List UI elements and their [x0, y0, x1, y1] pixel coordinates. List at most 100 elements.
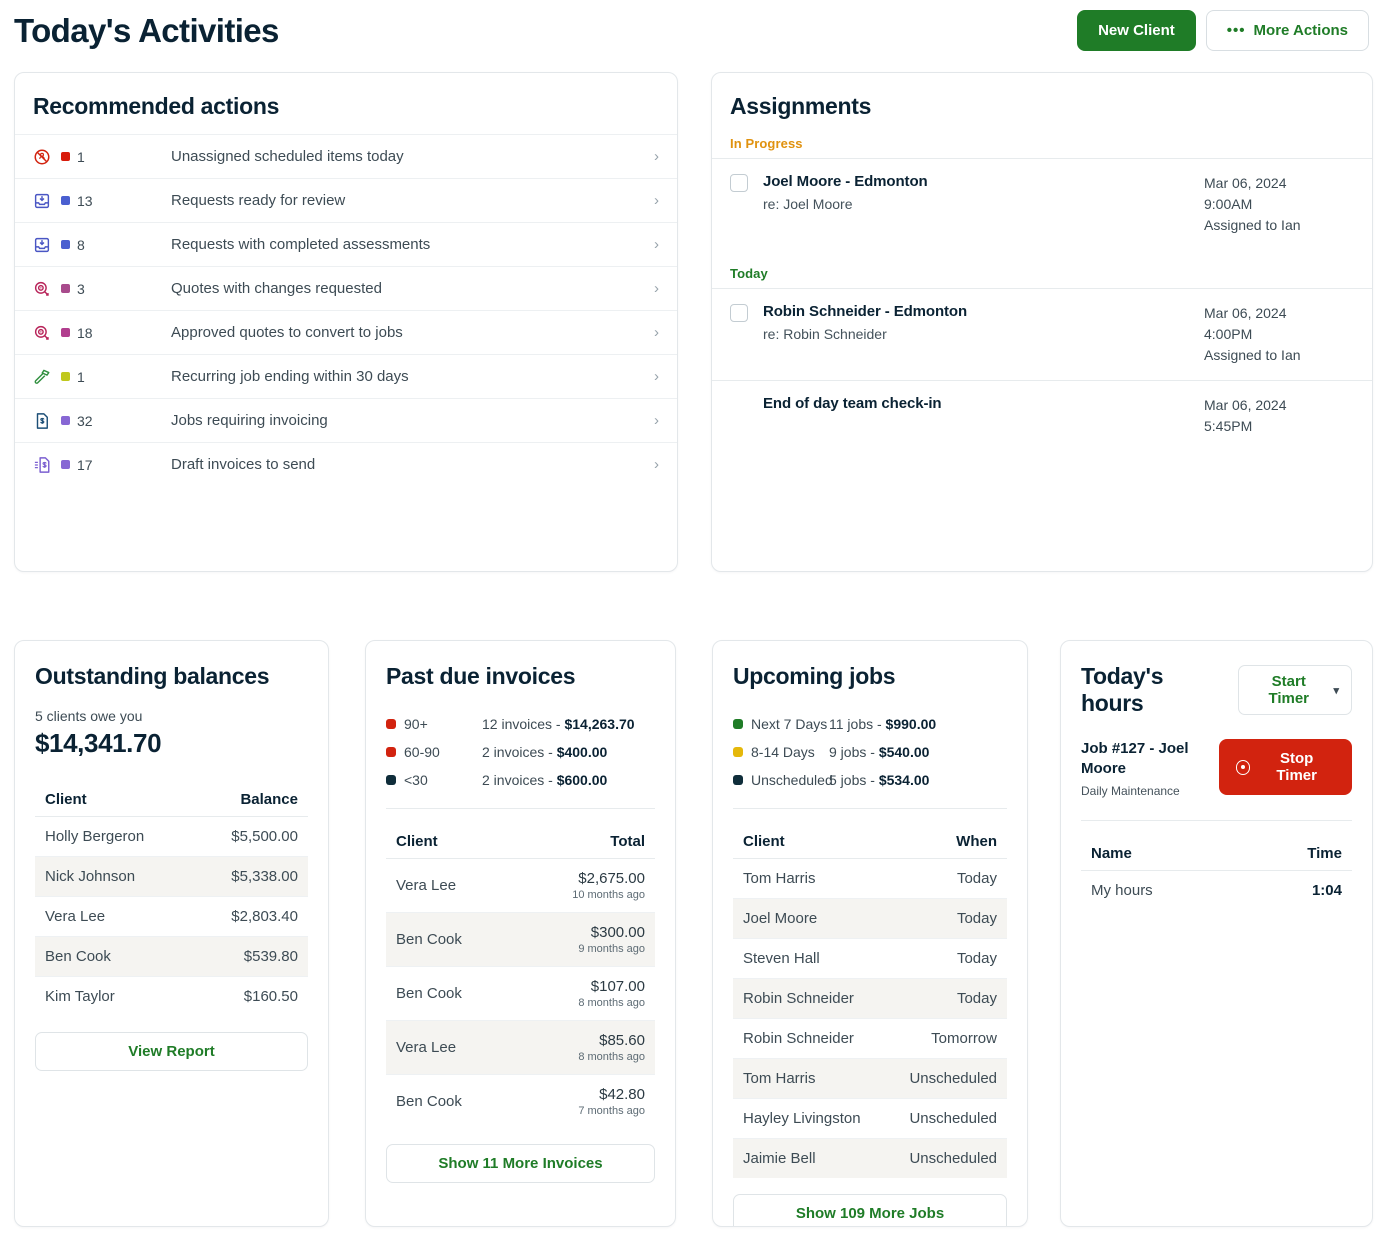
assignment-checkbox[interactable]	[730, 174, 748, 192]
table-row[interactable]: My hours1:04	[1081, 870, 1352, 910]
balances-header: Outstanding balances 5 clients owe you $…	[15, 641, 328, 759]
chevron-right-icon[interactable]: ›	[654, 193, 659, 208]
legend-label: 60-90	[404, 744, 482, 760]
cell-when: Unscheduled	[888, 1099, 1007, 1139]
balances-table: Client Balance Holly Bergeron$5,500.00Ni…	[35, 783, 308, 1016]
cell-when: Today	[888, 979, 1007, 1019]
table-row[interactable]: Vera Lee$2,803.40	[35, 897, 308, 937]
assignment-row[interactable]: Robin Schneider - Edmontonre: Robin Schn…	[712, 288, 1372, 380]
table-row[interactable]: Ben Cook$300.009 months ago	[386, 913, 655, 967]
cell-client: Tom Harris	[733, 1059, 888, 1099]
table-row[interactable]: Steven HallToday	[733, 939, 1007, 979]
table-row[interactable]: Ben Cook$539.80	[35, 937, 308, 977]
recommended-action-row[interactable]: 13Requests ready for review›	[15, 178, 677, 222]
table-row[interactable]: Robin SchneiderTomorrow	[733, 1019, 1007, 1059]
table-header-row: Client Total	[386, 825, 655, 859]
chevron-right-icon[interactable]: ›	[654, 457, 659, 472]
recommended-action-count: 13	[61, 193, 171, 209]
inbox-download-icon	[33, 236, 61, 254]
show-more-jobs-button[interactable]: Show 109 More Jobs	[733, 1194, 1007, 1227]
balances-title: Outstanding balances	[35, 663, 308, 690]
status-dot	[61, 240, 70, 249]
chevron-right-icon[interactable]: ›	[654, 325, 659, 340]
assignment-body: Joel Moore - Edmontonre: Joel Moore	[763, 173, 1204, 236]
legend-dot	[386, 775, 396, 785]
assignment-time: 5:45PM	[1204, 416, 1354, 437]
chevron-right-icon[interactable]: ›	[654, 281, 659, 296]
cell-age: 7 months ago	[515, 1105, 645, 1117]
cell-time: 1:04	[1248, 870, 1352, 910]
legend-value: 2 invoices - $600.00	[482, 772, 607, 788]
chevron-right-icon[interactable]: ›	[654, 369, 659, 384]
table-row[interactable]: Robin SchneiderToday	[733, 979, 1007, 1019]
recommended-action-row[interactable]: 3Quotes with changes requested›	[15, 266, 677, 310]
legend-value: 5 jobs - $534.00	[829, 772, 929, 788]
recommended-action-label: Requests ready for review	[171, 192, 654, 209]
count-value: 1	[77, 369, 85, 385]
legend-amount: $600.00	[557, 772, 608, 788]
show-more-invoices-button[interactable]: Show 11 More Invoices	[386, 1144, 655, 1183]
cell-when: Unscheduled	[888, 1139, 1007, 1179]
cell-age: 8 months ago	[515, 997, 645, 1009]
legend-amount: $540.00	[879, 744, 930, 760]
recommended-action-row[interactable]: 32Jobs requiring invoicing›	[15, 398, 677, 442]
assignment-row[interactable]: End of day team check-inMar 06, 20245:45…	[712, 380, 1372, 451]
table-row[interactable]: Vera Lee$85.608 months ago	[386, 1021, 655, 1075]
legend-count: 12 invoices -	[482, 716, 564, 732]
column-header-balance: Balance	[195, 783, 308, 817]
stop-timer-button[interactable]: Stop Timer	[1219, 739, 1352, 795]
more-actions-button[interactable]: ••• More Actions	[1206, 10, 1369, 51]
chevron-right-icon[interactable]: ›	[654, 237, 659, 252]
recommended-action-row[interactable]: 18Approved quotes to convert to jobs›	[15, 310, 677, 354]
count-value: 32	[77, 413, 93, 429]
legend-value: 9 jobs - $540.00	[829, 744, 929, 760]
table-row[interactable]: Tom HarrisUnscheduled	[733, 1059, 1007, 1099]
cell-when: Unscheduled	[888, 1059, 1007, 1099]
count-value: 17	[77, 457, 93, 473]
table-row[interactable]: Ben Cook$107.008 months ago	[386, 967, 655, 1021]
chevron-down-icon: ▾	[1333, 684, 1339, 697]
legend-count: 2 invoices -	[482, 772, 557, 788]
cell-total: $85.608 months ago	[515, 1021, 655, 1075]
table-row[interactable]: Tom HarrisToday	[733, 859, 1007, 899]
table-row[interactable]: Jaimie BellUnscheduled	[733, 1139, 1007, 1179]
column-header-client: Client	[733, 825, 888, 859]
recommended-action-label: Quotes with changes requested	[171, 280, 654, 297]
legend-dot	[386, 719, 396, 729]
cell-balance: $5,338.00	[195, 857, 308, 897]
hours-title: Today's hours	[1081, 663, 1226, 717]
table-row[interactable]: Kim Taylor$160.50	[35, 977, 308, 1017]
cell-client: Nick Johnson	[35, 857, 195, 897]
legend-count: 9 jobs -	[829, 744, 879, 760]
chevron-right-icon[interactable]: ›	[654, 413, 659, 428]
new-client-button[interactable]: New Client	[1077, 10, 1196, 51]
table-row[interactable]: Nick Johnson$5,338.00	[35, 857, 308, 897]
start-timer-button[interactable]: Start Timer ▾	[1238, 665, 1352, 715]
recommended-action-row[interactable]: 8Requests with completed assessments›	[15, 222, 677, 266]
upcoming-header: Upcoming jobs	[713, 641, 1027, 690]
table-header-row: Client Balance	[35, 783, 308, 817]
assignment-checkbox[interactable]	[730, 304, 748, 322]
assignment-time: 4:00PM	[1204, 324, 1354, 345]
table-row[interactable]: Hayley LivingstonUnscheduled	[733, 1099, 1007, 1139]
chevron-right-icon[interactable]: ›	[654, 149, 659, 164]
assignment-title: End of day team check-in	[763, 395, 1204, 412]
view-report-button[interactable]: View Report	[35, 1032, 308, 1071]
cell-total: $2,675.0010 months ago	[515, 859, 655, 913]
table-row[interactable]: Vera Lee$2,675.0010 months ago	[386, 859, 655, 913]
recommended-action-row[interactable]: 1Recurring job ending within 30 days›	[15, 354, 677, 398]
legend-label: <30	[404, 772, 482, 788]
recommended-action-row[interactable]: 1Unassigned scheduled items today›	[15, 134, 677, 178]
table-row[interactable]: Holly Bergeron$5,500.00	[35, 817, 308, 857]
assignment-row[interactable]: Joel Moore - Edmontonre: Joel MooreMar 0…	[712, 158, 1372, 250]
assignment-meta: Mar 06, 20249:00AMAssigned to Ian	[1204, 173, 1354, 236]
cell-balance: $539.80	[195, 937, 308, 977]
pastdue-legend: 90+12 invoices - $14,263.7060-902 invoic…	[366, 690, 675, 794]
upcoming-legend: Next 7 Days11 jobs - $990.008-14 Days9 j…	[713, 690, 1027, 794]
recommended-action-row[interactable]: 17Draft invoices to send›	[15, 442, 677, 486]
upcoming-table-wrap: Client When Tom HarrisTodayJoel MooreTod…	[713, 825, 1027, 1178]
assignment-meta: Mar 06, 20244:00PMAssigned to Ian	[1204, 303, 1354, 366]
balances-table-wrap: Client Balance Holly Bergeron$5,500.00Ni…	[15, 783, 328, 1016]
table-row[interactable]: Ben Cook$42.807 months ago	[386, 1075, 655, 1129]
table-row[interactable]: Joel MooreToday	[733, 899, 1007, 939]
